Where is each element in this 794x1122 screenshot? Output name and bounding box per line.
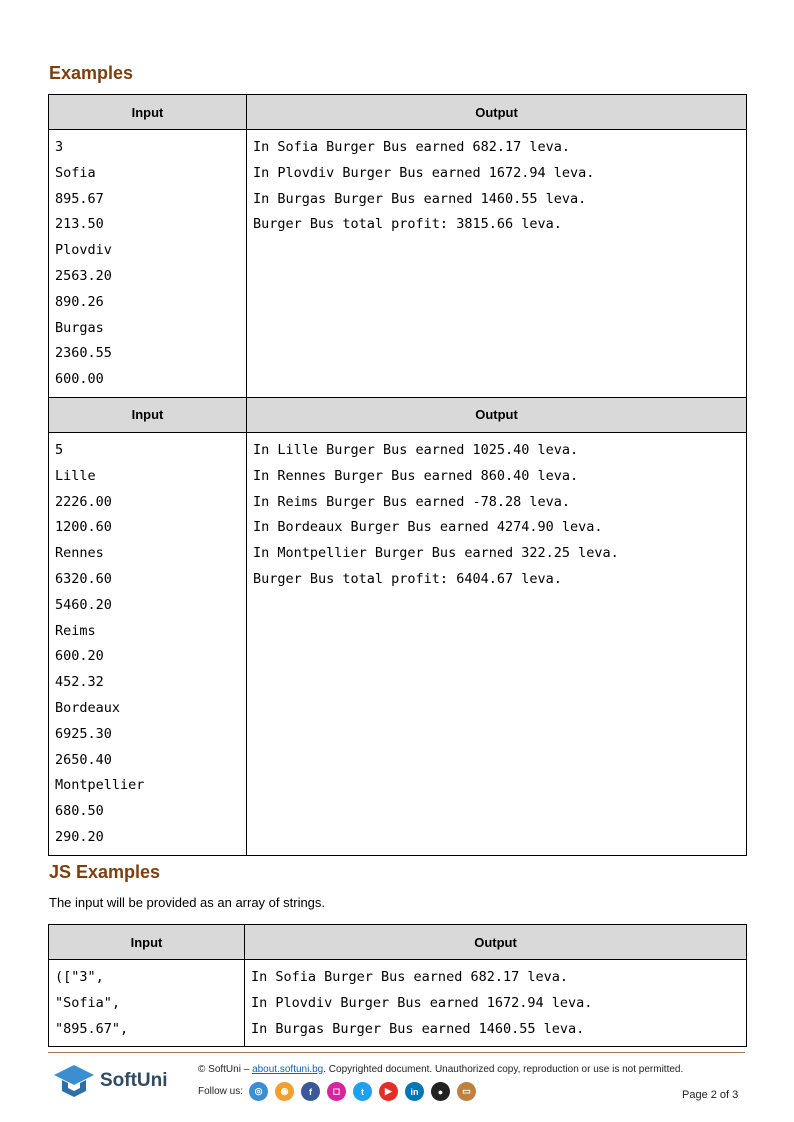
code-line: In Sofia Burger Bus earned 682.17 leva. xyxy=(251,969,568,985)
code-line: Bordeaux xyxy=(55,699,121,716)
code-line: 2226.00 xyxy=(55,493,112,510)
softuni-foundation-icon[interactable]: ◉ xyxy=(275,1082,295,1101)
softuni-logo-icon xyxy=(54,1065,94,1097)
js-example-input: (["3", "Sofia", "895.67", xyxy=(49,960,244,1046)
code-line: Sofia xyxy=(55,164,96,181)
output-header: Output xyxy=(244,924,747,960)
softuni-icon[interactable]: ◎ xyxy=(249,1082,269,1101)
code-line: In Burgas Burger Bus earned 1460.55 leva… xyxy=(251,1020,585,1037)
js-example-table: Input Output (["3", "Sofia", "895.67", In … xyxy=(48,924,747,1048)
code-line: Burgas xyxy=(55,319,104,336)
code-line: 452.32 xyxy=(55,674,104,691)
code-line: In Plovdiv Burger Bus earned 1672.94 lev… xyxy=(251,994,593,1011)
youtube-icon[interactable]: ▶ xyxy=(379,1082,399,1101)
social-icons: ◎ ◉ f ◻ t ▶ in ● ▭ xyxy=(249,1082,483,1101)
code-line: (["3", xyxy=(55,969,104,985)
examples-heading: Examples xyxy=(49,63,134,83)
code-line: In Lille Burger Bus earned 1025.40 leva. xyxy=(253,441,579,458)
code-line: "Sofia", xyxy=(55,994,121,1011)
code-line: 290.20 xyxy=(55,828,104,845)
linkedin-icon[interactable]: in xyxy=(405,1082,425,1101)
softuni-blog-icon[interactable]: ▭ xyxy=(457,1082,477,1101)
code-line: 600.20 xyxy=(55,648,104,665)
code-line: In Rennes Burger Bus earned 860.40 leva. xyxy=(253,467,579,484)
code-line: Lille xyxy=(55,467,96,484)
code-line: In Montpellier Burger Bus earned 322.25 … xyxy=(253,545,619,562)
code-line: Rennes xyxy=(55,545,104,562)
output-header: Output xyxy=(246,94,747,130)
input-header: Input xyxy=(48,94,247,130)
output-header: Output xyxy=(246,396,747,433)
instagram-icon[interactable]: ◻ xyxy=(327,1082,347,1101)
follow-us-label: Follow us: xyxy=(198,1086,244,1097)
example2-input: 5 Lille 2226.00 1200.60 Rennes 6320.60 5460.20… xyxy=(49,433,246,855)
js-note: The input will be provided as an array o… xyxy=(49,895,326,910)
example1-input: 3 Sofia 895.67 213.50 Plovdiv 2563.20 890.26 Bu… xyxy=(49,130,246,397)
page-number: Page 2 of 3 xyxy=(682,1089,739,1101)
code-line: 5 xyxy=(55,441,64,458)
code-line: In Bordeaux Burger Bus earned 4274.90 le… xyxy=(253,519,603,536)
js-examples-heading: JS Examples xyxy=(49,862,161,882)
input-header: Input xyxy=(48,924,245,960)
twitter-icon[interactable]: t xyxy=(353,1082,373,1101)
code-line: 6320.60 xyxy=(55,570,112,587)
code-line: Reims xyxy=(55,622,96,639)
js-example-output: In Sofia Burger Bus earned 682.17 leva. I… xyxy=(245,960,746,1046)
code-line: 890.26 xyxy=(55,293,104,310)
input-header: Input xyxy=(48,396,247,433)
code-line: Montpellier xyxy=(55,777,145,794)
code-line: 600.00 xyxy=(55,371,104,388)
code-line: 3 xyxy=(55,139,64,155)
softuni-logo[interactable]: SoftUni xyxy=(52,1063,168,1099)
code-line: 6925.30 xyxy=(55,725,112,742)
code-line: 5460.20 xyxy=(55,596,112,613)
code-line: 2563.20 xyxy=(55,267,112,284)
follow-us: Follow us: ◎ ◉ f ◻ t ▶ in ● ▭ xyxy=(198,1082,483,1101)
code-line: Burger Bus total profit: 3815.66 leva. xyxy=(253,216,562,233)
code-line: 2360.55 xyxy=(55,345,112,362)
about-softuni-link[interactable]: about.softuni.bg xyxy=(252,1064,323,1075)
footer-divider xyxy=(48,1052,745,1053)
code-line: 1200.60 xyxy=(55,519,112,536)
code-line: "895.67", xyxy=(55,1020,129,1037)
example-table-1: Input Output 3 Sofia 895.67 213.50 Plovdiv 25… xyxy=(48,94,747,856)
softuni-logo-text: SoftUni xyxy=(100,1070,168,1091)
code-line: 213.50 xyxy=(55,216,104,233)
code-line: 680.50 xyxy=(55,803,104,820)
code-line: 2650.40 xyxy=(55,751,112,768)
code-line: Burger Bus total profit: 6404.67 leva. xyxy=(253,570,562,587)
github-icon[interactable]: ● xyxy=(431,1082,451,1101)
facebook-icon[interactable]: f xyxy=(301,1082,321,1101)
code-line: In Reims Burger Bus earned -78.28 leva. xyxy=(253,493,570,510)
code-line: In Burgas Burger Bus earned 1460.55 leva… xyxy=(253,190,587,207)
code-line: In Sofia Burger Bus earned 682.17 leva. xyxy=(253,139,570,155)
example2-output: In Lille Burger Bus earned 1025.40 leva.… xyxy=(247,433,746,597)
example1-output: In Sofia Burger Bus earned 682.17 leva. I… xyxy=(247,130,746,242)
code-line: In Plovdiv Burger Bus earned 1672.94 lev… xyxy=(253,164,595,181)
copyright-text: © SoftUni – about.softuni.bg. Copyrighte… xyxy=(198,1064,684,1075)
code-line: 895.67 xyxy=(55,190,104,207)
code-line: Plovdiv xyxy=(55,242,112,259)
